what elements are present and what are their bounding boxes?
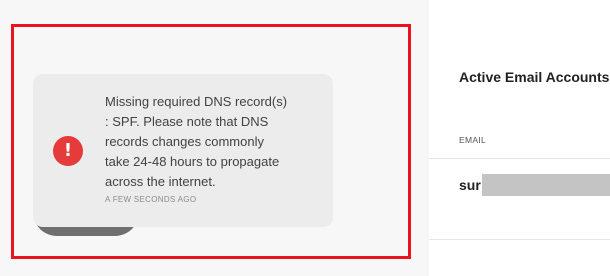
- redacted-block: [482, 174, 610, 196]
- divider: [429, 239, 610, 240]
- section-title: Active Email Accounts: [459, 69, 610, 85]
- highlight-outline: [11, 24, 411, 259]
- email-accounts-panel: Active Email Accounts EMAIL sur: [429, 0, 610, 276]
- column-header-email[interactable]: EMAIL: [459, 135, 486, 145]
- table-row-email[interactable]: sur: [459, 177, 481, 193]
- divider: [429, 158, 610, 159]
- left-pane: ! Missing required DNS record(s) : SPF. …: [0, 0, 429, 276]
